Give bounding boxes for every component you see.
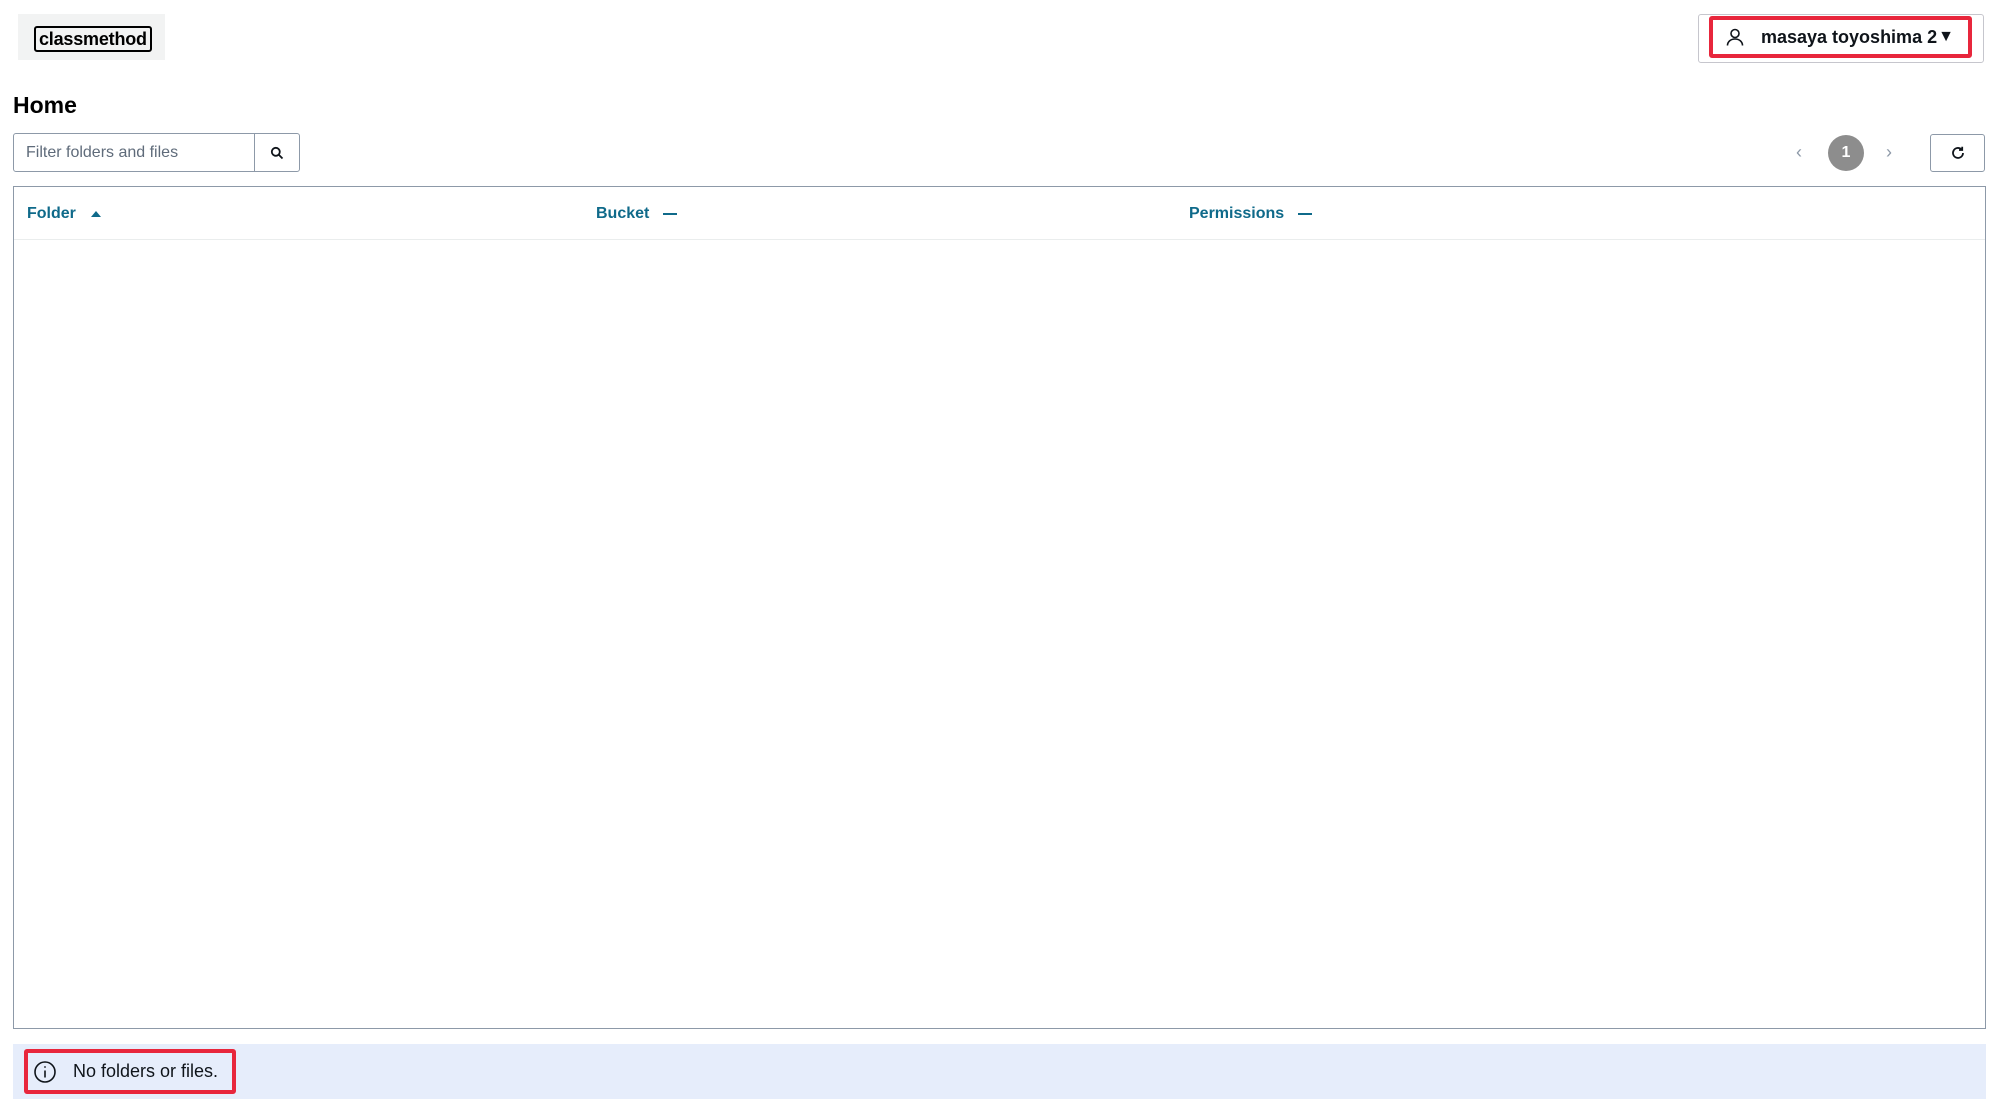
pagination-next-button[interactable]: › (1886, 142, 1892, 163)
pagination-page-1[interactable]: 1 (1828, 135, 1864, 171)
table-header: Folder Bucket Permissions (14, 187, 1985, 240)
column-label: Folder (27, 205, 76, 222)
flash-message: No folders or files. (24, 1049, 236, 1094)
pagination-prev-button[interactable]: ‹ (1796, 142, 1802, 163)
filter-input[interactable] (14, 134, 254, 171)
column-label: Bucket (596, 205, 650, 222)
logo-text: classmethod (34, 26, 152, 52)
user-menu-button[interactable]: masaya toyoshima 2 ▼ (1709, 16, 1972, 58)
refresh-button[interactable] (1930, 134, 1985, 172)
sort-none-icon (663, 212, 678, 216)
column-header-bucket[interactable]: Bucket (596, 205, 678, 223)
search-icon (270, 146, 284, 159)
sort-ascending-icon (90, 210, 102, 218)
caret-down-icon: ▼ (1938, 28, 1954, 45)
column-header-folder[interactable]: Folder (27, 205, 102, 223)
info-icon (33, 1060, 57, 1084)
search-button[interactable] (254, 134, 299, 171)
flash-text: No folders or files. (73, 1061, 219, 1081)
user-icon (1725, 27, 1745, 47)
column-label: Permissions (1189, 205, 1285, 222)
folders-table: Folder Bucket Permissions (13, 186, 1986, 1029)
info-flashbar: No folders or files. (13, 1044, 1986, 1099)
page-title: Home (13, 92, 77, 118)
refresh-icon (1951, 146, 1964, 159)
app-window: classmethod masaya toyoshima 2 ▼ Home ‹ … (0, 0, 2000, 1112)
user-name: masaya toyoshima 2 (1761, 26, 1938, 47)
sort-none-icon (1298, 212, 1313, 216)
logo: classmethod (18, 14, 165, 60)
filter-bar (13, 133, 300, 172)
column-header-permissions[interactable]: Permissions (1189, 205, 1313, 223)
